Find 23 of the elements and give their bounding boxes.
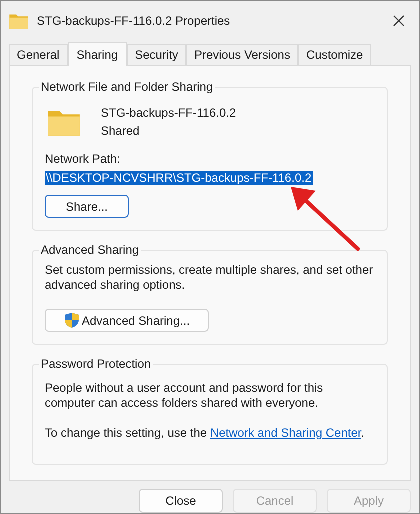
tab[interactable]: General (9, 44, 68, 65)
advanced-sharing-button[interactable]: Advanced Sharing... (45, 309, 209, 332)
network-sharing-link[interactable]: Network and Sharing Center (210, 426, 362, 440)
path-label: Network Path: (45, 151, 122, 168)
folder-name: STG-backups-FF-116.0.2 (101, 105, 236, 122)
close-icon[interactable] (393, 15, 405, 27)
share-button[interactable]: Share... (45, 195, 129, 218)
tab[interactable]: Customize (298, 44, 372, 65)
group-heading: Advanced Sharing (40, 242, 140, 259)
group-heading: Password Protection (40, 356, 152, 373)
shield-icon (64, 312, 80, 329)
group-heading: Network File and Folder Sharing (40, 79, 214, 96)
network-path[interactable]: \\DESKTOP-NCVSHRR\STG-backups-FF-116.0.2 (45, 171, 313, 185)
tab[interactable]: Previous Versions (186, 44, 298, 65)
settings-hint: To change this setting, use the Network and Sharing Center. (45, 425, 366, 442)
tab[interactable]: Sharing (68, 42, 128, 66)
dialog-button[interactable]: Close (139, 489, 223, 513)
folder-icon (9, 12, 29, 30)
tab[interactable]: Security (127, 44, 186, 65)
description: Set custom permissions, create multiple shares, and set other advanced sharing options. (45, 263, 374, 293)
share-status: Shared (101, 123, 141, 140)
description: People without a user account and password for this computer can access folders shared with everyone. (45, 381, 324, 411)
window-title: STG-backups-FF-116.0.2 Properties (37, 13, 230, 30)
